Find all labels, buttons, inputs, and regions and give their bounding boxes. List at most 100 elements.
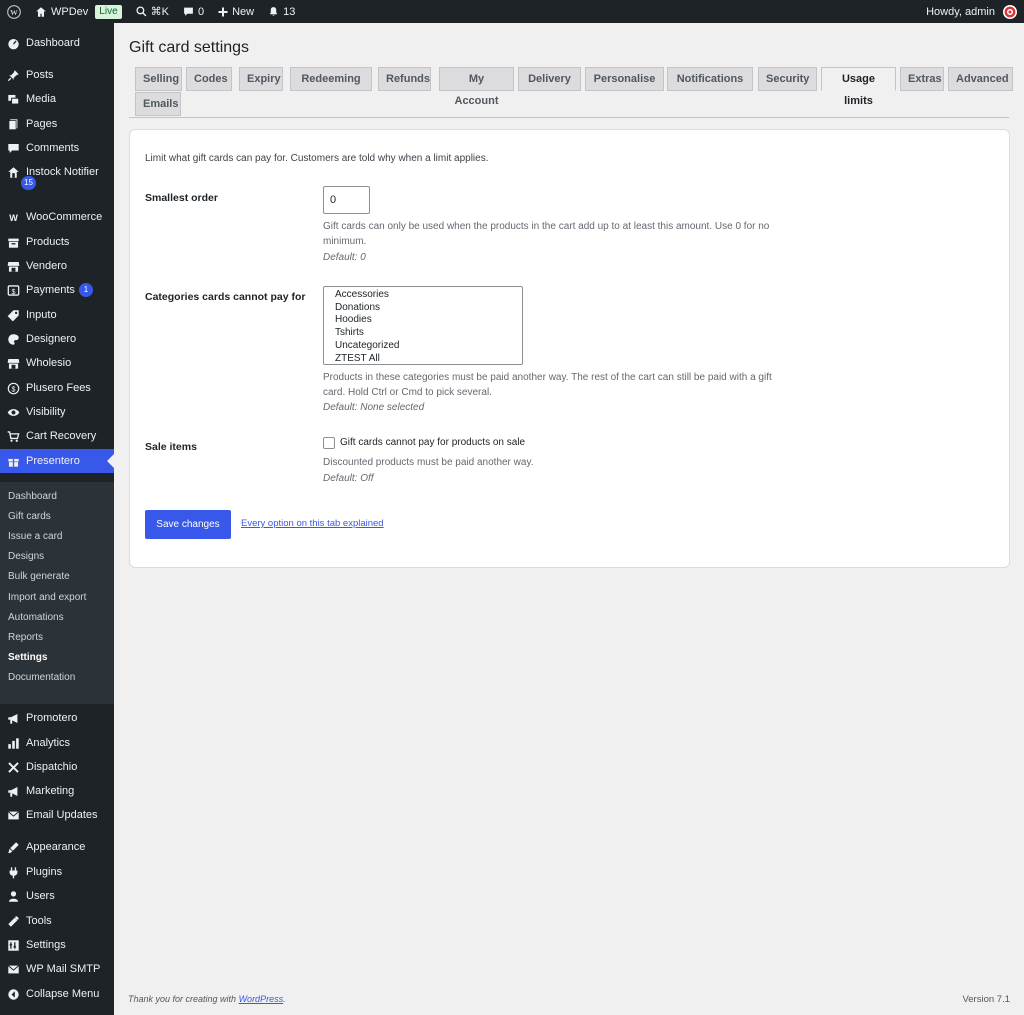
account-menu[interactable]: Howdy, admin [919,0,1024,23]
submenu-item-documentation[interactable]: Documentation [8,669,75,687]
sidebar-item-cart-recovery[interactable]: Cart Recovery [0,424,114,448]
tab-security[interactable]: Security [758,67,817,91]
sidebar-item-label: Plugins [26,866,63,878]
sidebar-item-designero[interactable]: Designero [0,327,114,351]
tab-notifications[interactable]: Notifications [667,67,753,91]
submenu-item-gift-cards[interactable]: Gift cards [8,508,51,526]
categories-multiselect[interactable]: Accessories Donations Hoodies Tshirts Uncate… [323,286,523,365]
main-content: Gift card settings Selling Codes Expiry Red… [114,23,1024,1015]
sidebar-item-tools[interactable]: Tools [0,909,114,933]
sidebar-item-email-updates[interactable]: Email Updates [0,803,114,827]
sidebar-item-collapse-menu[interactable]: Collapse Menu [0,982,114,1006]
help-link[interactable]: Every option on this tab explained [241,518,384,529]
sidebar-item-label: Products [26,236,70,248]
woo-icon: W [6,210,20,224]
sidebar-item-settings[interactable]: Settings [0,933,114,957]
sidebar-item-wp-mail-smtp[interactable]: WP Mail SMTP [0,957,114,981]
footer-thanks-suffix: . [283,994,286,1004]
store-icon [6,356,20,370]
settings-tabs: Selling Codes Expiry Redeeming Refunds My Acc… [129,67,1013,118]
category-option[interactable]: Accessories [335,289,522,302]
sidebar-item-payments[interactable]: $ Payments 1 [0,278,114,302]
comments-button[interactable]: 0 [176,0,211,23]
command-search-button[interactable]: ⌘K [129,0,176,23]
wordpress-link[interactable]: WordPress [239,994,284,1004]
submenu-item-bulk-generate[interactable]: Bulk generate [8,568,70,586]
sidebar-item-analytics[interactable]: Analytics [0,731,114,755]
category-option[interactable]: ZTEST All [335,353,522,364]
notifications-count: 13 [283,5,296,18]
cross-icon [6,760,20,774]
tab-codes[interactable]: Codes [186,67,232,91]
category-option[interactable]: Tshirts [335,327,522,340]
sidebar-item-label: Wholesio [26,357,72,369]
sidebar-item-plugins[interactable]: Plugins [0,860,114,884]
sidebar-item-dispatchio[interactable]: Dispatchio [0,755,114,779]
category-option[interactable]: Donations [335,302,522,315]
sidebar-item-products[interactable]: Products [0,230,114,254]
site-name-link[interactable]: WPDev Live [28,0,129,23]
comments-count: 0 [197,5,205,18]
sidebar-item-woocommerce[interactable]: W WooCommerce [0,205,114,229]
sidebar-item-inputo[interactable]: Inputo [0,303,114,327]
tab-usage-limits[interactable]: Usage limits [821,67,896,107]
sidebar-item-vendero[interactable]: Vendero [0,254,114,278]
new-content-button[interactable]: New [211,0,261,23]
category-option[interactable]: Hoodies [335,314,522,327]
pages-icon [6,117,20,131]
sidebar-item-presentero[interactable]: Presentero [0,449,114,473]
sidebar-item-dashboard[interactable]: Dashboard [0,31,114,55]
save-changes-button[interactable]: Save changes [145,510,231,539]
sidebar-item-label: Instock Notifier [26,166,99,178]
tab-emails[interactable]: Emails [135,92,181,116]
sidebar-item-label: Collapse Menu [26,988,100,1000]
sidebar-item-promotero[interactable]: Promotero [0,706,114,730]
sidebar-item-appearance[interactable]: Appearance [0,835,114,859]
tab-expiry[interactable]: Expiry [239,67,283,91]
tab-selling[interactable]: Selling [135,67,182,91]
submenu-item-issue-a-card[interactable]: Issue a card [8,528,62,546]
tab-refunds[interactable]: Refunds [378,67,431,91]
tab-advanced[interactable]: Advanced [948,67,1013,91]
sidebar-item-posts[interactable]: Posts [0,63,114,87]
sidebar-item-instock-notifier[interactable]: Instock Notifier 15 [0,160,114,190]
avatar [1003,4,1017,19]
submenu-item-import-and-export[interactable]: Import and export [8,589,86,607]
sidebar-item-marketing[interactable]: Marketing [0,779,114,803]
sale-items-checkbox[interactable] [323,437,335,449]
wordpress-logo-icon[interactable]: W [0,0,28,23]
sidebar-item-plusero-fees[interactable]: $ Plusero Fees [0,376,114,400]
sidebar-item-media[interactable]: Media [0,87,114,111]
tab-delivery[interactable]: Delivery [518,67,581,91]
sidebar-item-label: Dashboard [26,37,80,49]
svg-text:W: W [10,7,18,16]
sidebar-item-wholesio[interactable]: Wholesio [0,351,114,375]
tab-my-account[interactable]: My Account [439,67,514,107]
greeting: Howdy, admin [926,5,995,18]
tab-personalise[interactable]: Personalise [585,67,664,91]
dashboard-icon [6,36,20,50]
eye-icon [6,405,20,419]
sidebar-item-pages[interactable]: Pages [0,112,114,136]
sidebar-item-users[interactable]: Users [0,884,114,908]
sidebar-item-label: Tools [26,915,52,927]
page-title: Gift card settings [129,39,250,56]
sale-items-checkbox-label[interactable]: Gift cards cannot pay for products on sa… [340,437,525,448]
tab-redeeming[interactable]: Redeeming [290,67,372,91]
submenu-item-reports[interactable]: Reports [8,629,43,647]
sidebar-item-comments[interactable]: Comments [0,136,114,160]
sidebar-item-label: Appearance [26,841,86,853]
sidebar-item-label: Designero [26,333,77,345]
category-option[interactable]: Uncategorized [335,340,522,353]
sidebar-item-visibility[interactable]: Visibility [0,400,114,424]
submenu-item-designs[interactable]: Designs [8,548,44,566]
tab-extras[interactable]: Extras [900,67,944,91]
sidebar-item-label: WooCommerce [26,211,103,223]
notifications-button[interactable]: 13 [261,0,302,23]
submenu-item-settings[interactable]: Settings [8,649,47,667]
smallest-order-input[interactable] [323,186,370,214]
submenu-item-dashboard[interactable]: Dashboard [8,488,57,506]
chart-icon [6,736,20,750]
submenu-item-automations[interactable]: Automations [8,609,64,627]
sidebar-item-label: Plusero Fees [26,382,91,394]
